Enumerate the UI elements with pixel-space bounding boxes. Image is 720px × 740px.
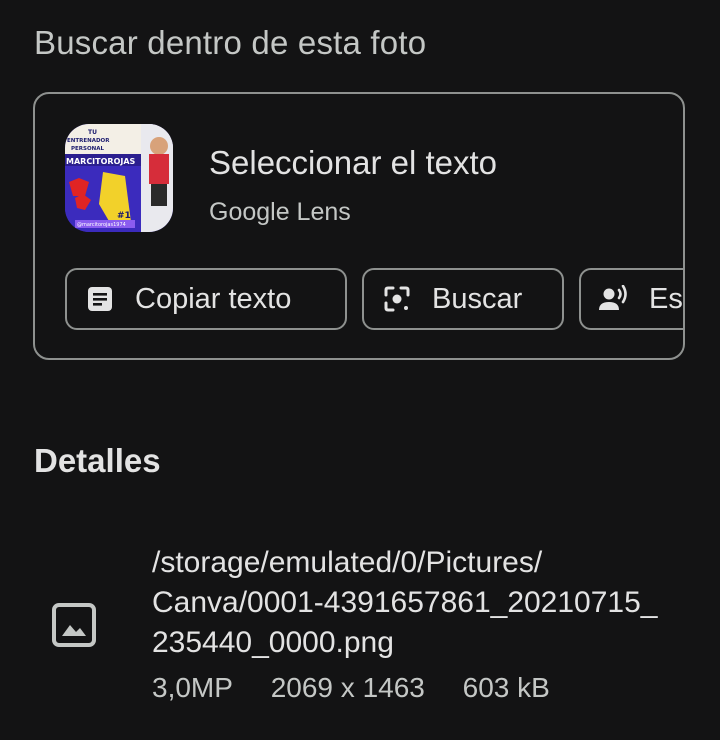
file-meta: 3,0MP 2069 x 1463 603 kB [152,672,580,704]
file-dimensions: 2069 x 1463 [270,672,425,703]
search-button[interactable]: Buscar [362,268,564,330]
photo-info-panel: Buscar dentro de esta foto TU ENTRENADOR… [0,0,720,740]
thumbnail-text-number: #1 [117,211,131,221]
thumbnail-text-tu: TU [88,129,97,136]
copy-text-button[interactable]: Copiar texto [65,268,347,330]
thumbnail-text-personal: PERSONAL [71,146,105,152]
file-path-line-1: /storage/emulated/0/Pictures/ [152,546,543,579]
google-lens-card[interactable]: TU ENTRENADOR PERSONAL MARCITOROJAS #1 @… [33,92,685,360]
lens-card-title: Seleccionar el texto [209,144,497,181]
file-path-line-2: Canva/0001-4391657861_20210715_ [152,586,658,619]
listen-button[interactable]: Escuchar [579,268,683,330]
search-section-title: Buscar dentro de esta foto [34,24,427,61]
thumbnail-text-name: MARCITOROJAS [66,157,136,166]
details-title: Detalles [34,442,161,479]
listen-label: Escuchar [649,282,683,315]
file-size: 603 kB [462,672,550,703]
file-path-line-3: 235440_0000.png [152,626,394,659]
document-icon [85,284,115,314]
file-resolution: 3,0MP [152,672,233,703]
read-aloud-icon [599,284,629,314]
search-label: Buscar [432,282,523,315]
lens-card-subtitle: Google Lens [209,198,351,226]
thumbnail-text-handle: @marcitorojas1974 [77,222,126,228]
photo-thumbnail[interactable]: TU ENTRENADOR PERSONAL MARCITOROJAS #1 @… [65,124,173,232]
image-icon [52,603,96,647]
lens-search-icon [382,284,412,314]
copy-text-label: Copiar texto [135,282,292,315]
thumbnail-image: TU ENTRENADOR PERSONAL MARCITOROJAS #1 @… [65,124,173,232]
thumbnail-text-entrenador: ENTRENADOR [67,138,110,144]
